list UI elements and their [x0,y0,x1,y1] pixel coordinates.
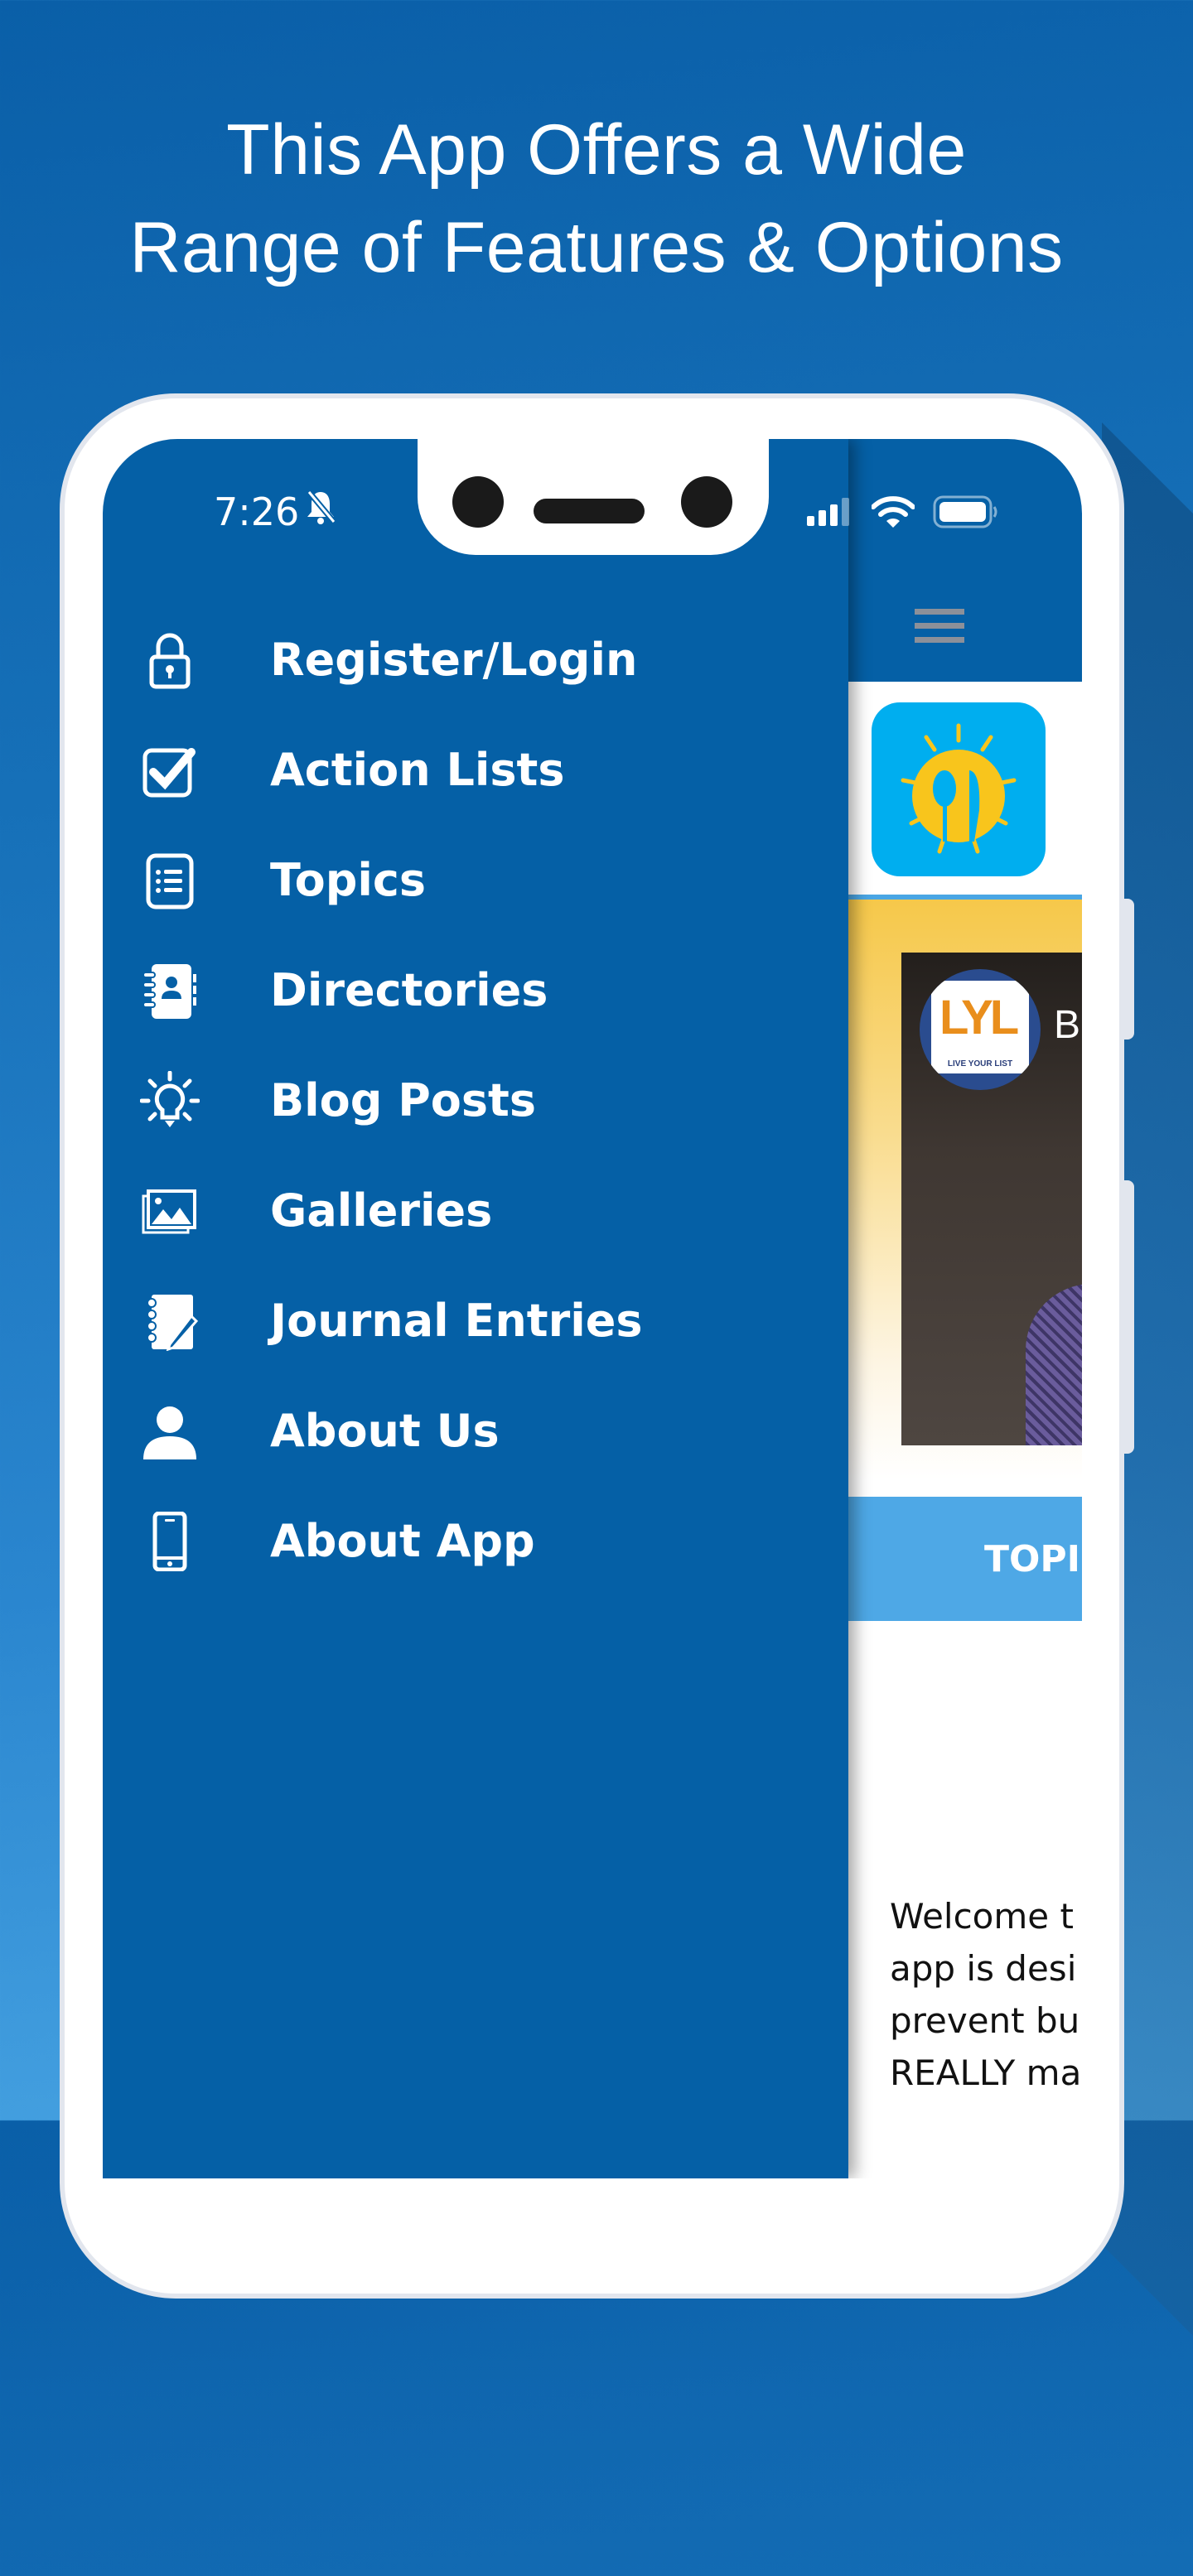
menu-item-galleries[interactable]: Galleries [139,1155,643,1266]
menu-item-label: About App [270,1515,535,1567]
hamburger-icon[interactable] [915,609,964,644]
video-person-shirt [1026,1284,1082,1445]
promo-headline: This App Offers a Wide Range of Features… [0,101,1193,297]
image-gallery-icon [139,1180,200,1242]
channel-logo-tagline: LIVE YOUR LIST [947,1059,1013,1069]
menu-item-label: Journal Entries [270,1295,643,1347]
channel-logo: LYL LIVE YOUR LIST [920,969,1041,1090]
list-icon [139,850,200,911]
menu-item-label: Action Lists [270,744,565,796]
headline-line-2: Range of Features & Options [129,208,1064,287]
menu-item-action-lists[interactable]: Action Lists [139,715,643,825]
volume-up-button [1124,899,1134,1040]
address-book-icon [139,960,200,1021]
welcome-line: Welcome t [890,1896,1074,1937]
checkbox-icon [139,740,200,801]
phone-notch [418,439,769,555]
welcome-line: REALLY ma [890,2053,1082,2093]
menu-item-about-us[interactable]: About Us [139,1376,643,1486]
video-title: B [1054,1003,1081,1047]
smartphone-icon [139,1511,200,1572]
front-sensor [681,476,732,528]
bell-slash-icon [304,489,337,534]
drawer-menu: Register/Login Action Lists Topics Direc… [139,605,643,1596]
menu-item-directories[interactable]: Directories [139,935,643,1045]
menu-item-blog-posts[interactable]: Blog Posts [139,1045,643,1155]
battery-icon [933,495,999,532]
wifi-icon [871,495,915,532]
welcome-line: app is desi [890,1948,1077,1989]
earpiece-speaker [534,499,645,523]
user-icon [139,1401,200,1462]
power-button [1124,1180,1134,1454]
status-time: 7:26 [214,489,300,534]
phone-screen: LYL LIVE YOUR LIST B TOPI Welcome t app … [103,439,1082,2178]
welcome-text: Welcome t app is desi prevent bu REALLY … [890,1890,1082,2099]
welcome-line: prevent bu [890,2000,1080,2041]
menu-item-label: About Us [270,1405,500,1457]
menu-item-topics[interactable]: Topics [139,825,643,935]
menu-item-label: Register/Login [270,634,638,686]
front-camera [452,476,504,528]
app-top-bar [848,439,1082,682]
menu-item-label: Galleries [270,1184,493,1237]
status-bar-right [807,495,999,532]
signal-icon [807,498,853,529]
menu-item-register-login[interactable]: Register/Login [139,605,643,715]
headline-line-1: This App Offers a Wide [226,110,967,190]
menu-item-about-app[interactable]: About App [139,1486,643,1596]
journal-icon [139,1290,200,1352]
lock-icon [139,630,200,691]
menu-item-label: Directories [270,964,548,1016]
sun-spoon-knife-icon[interactable] [872,702,1046,876]
topics-band-label: TOPI [984,1538,1081,1580]
menu-item-journal-entries[interactable]: Journal Entries [139,1266,643,1376]
menu-item-label: Topics [270,854,427,906]
menu-item-label: Blog Posts [270,1074,536,1126]
channel-logo-letters: LYL [939,991,1019,1044]
lightbulb-icon [139,1070,200,1131]
status-bar-left: 7:26 [214,489,337,534]
